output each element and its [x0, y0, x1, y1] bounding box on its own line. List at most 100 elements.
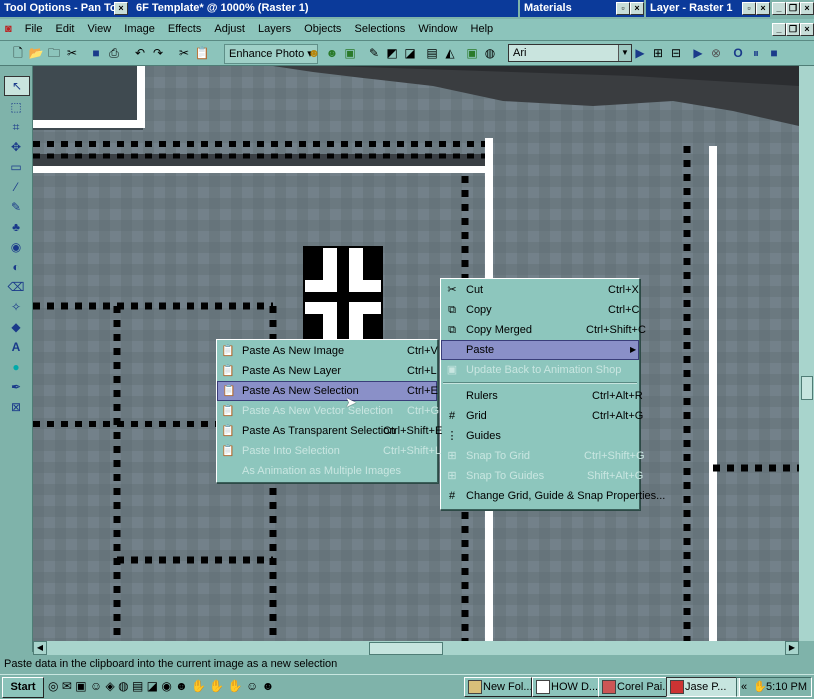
script-edit-icon[interactable]: ⊟ [668, 45, 684, 61]
menu-item-paste-new-layer[interactable]: 📋 Paste As New Layer Ctrl+L [217, 361, 437, 381]
mail-icon[interactable]: ✉ [62, 679, 72, 693]
menu-item-paste-animation[interactable]: As Animation as Multiple Images [217, 461, 437, 481]
menu-item-update-animation-shop[interactable]: ▣ Update Back to Animation Shop [441, 360, 639, 380]
menu-item-copy-merged[interactable]: ⧉ Copy Merged Ctrl+Shift+C [441, 320, 646, 340]
app-icon[interactable]: ◪ [147, 679, 158, 693]
app-icon[interactable]: ✋ [191, 679, 206, 693]
task-jasc-paint[interactable]: Jase P... [666, 677, 740, 697]
app-icon[interactable]: ◙ [0, 19, 17, 40]
chat-icon[interactable]: ☺ [90, 679, 102, 693]
fill-tool-icon[interactable]: ◆ [4, 318, 28, 336]
undo-icon[interactable]: ↶ [132, 45, 148, 61]
tray-hand-icon[interactable]: ✋ [753, 678, 767, 696]
task-how-d[interactable]: HOW D... [532, 677, 600, 697]
browse-icon[interactable]: 🗀 [46, 45, 62, 61]
play-icon[interactable]: ▶ [632, 45, 648, 61]
horizontal-scroll-thumb[interactable] [369, 642, 443, 655]
media-icon[interactable]: ▣ [75, 679, 86, 693]
menu-item-snap-grid[interactable]: ⊞ Snap To Grid Ctrl+Shift+G [441, 446, 644, 466]
photo-icon[interactable]: ▣ [342, 45, 358, 61]
stop-script-icon[interactable]: ⊗ [708, 45, 724, 61]
picture-tube-icon[interactable]: ✧ [4, 298, 28, 316]
shape-tool-icon[interactable]: ● [4, 358, 28, 376]
stop-icon[interactable]: ■ [766, 45, 782, 61]
selection-tool-icon[interactable]: ⬚ [4, 98, 28, 116]
restore-icon[interactable]: ❐ [786, 2, 800, 15]
app-icon[interactable]: ▤ [132, 679, 143, 693]
tray-arrow-icon[interactable]: « [741, 678, 747, 696]
run-script-icon[interactable]: ▶ [690, 45, 706, 61]
app-icon[interactable]: ◉ [161, 679, 171, 693]
menu-item-paste-vector-selection[interactable]: 📋 Paste As New Vector Selection Ctrl+G [217, 401, 439, 421]
clone-brush-icon[interactable]: ♣ [4, 218, 28, 236]
restore-icon[interactable]: ❐ [786, 23, 800, 36]
redo-icon[interactable]: ↷ [150, 45, 166, 61]
menu-window[interactable]: Window [413, 19, 462, 40]
effect2-icon[interactable]: ☻ [324, 45, 340, 61]
app-icon[interactable]: ✋ [209, 679, 224, 693]
move-tool-icon[interactable]: ✥ [4, 138, 28, 156]
task-new-folder[interactable]: New Fol... [464, 677, 532, 697]
vertical-scrollbar[interactable] [799, 66, 814, 641]
menu-view[interactable]: View [83, 19, 117, 40]
menu-item-paste-new-image[interactable]: 📋 Paste As New Image Ctrl+V [217, 341, 438, 361]
font-select[interactable]: Ari ▼ [508, 44, 632, 62]
document-titlebar[interactable]: 6F Template* @ 1000% (Raster 1) [132, 0, 518, 17]
new-file-icon[interactable]: 🗋 [10, 45, 26, 61]
close-icon[interactable]: × [800, 23, 814, 36]
menu-edit[interactable]: Edit [51, 19, 80, 40]
rollup-icon[interactable]: ▫ [742, 2, 756, 15]
minimize-icon[interactable]: _ [772, 2, 786, 15]
rectangle-select-icon[interactable]: ▭ [4, 158, 28, 176]
levels-icon[interactable]: ◪ [402, 45, 418, 61]
minimize-icon[interactable]: _ [772, 23, 786, 36]
scan-icon[interactable]: ✂ [64, 45, 80, 61]
deform-tool-icon[interactable]: ⊠ [4, 398, 28, 416]
menu-effects[interactable]: Effects [163, 19, 206, 40]
menu-item-paste-new-selection[interactable]: 📋 Paste As New Selection Ctrl+E [217, 381, 438, 401]
menu-item-paste-transparent-selection[interactable]: 📋 Paste As Transparent Selection Ctrl+Sh… [217, 421, 442, 441]
pan-tool-icon[interactable]: ↖ [4, 76, 30, 96]
eraser-tool-icon[interactable]: ⌫ [4, 278, 28, 296]
app-icon[interactable]: ☻ [175, 679, 188, 693]
menu-layers[interactable]: Layers [253, 19, 296, 40]
image-icon[interactable]: ▣ [464, 45, 480, 61]
close-icon[interactable]: × [756, 2, 770, 15]
rollup-icon[interactable]: ▫ [616, 2, 630, 15]
pen-tool-icon[interactable]: ✒ [4, 378, 28, 396]
cut-icon[interactable]: ✂ [176, 45, 192, 61]
enhance-photo-dropdown[interactable]: Enhance Photo ▾ [224, 44, 318, 64]
tool-options-titlebar[interactable]: Tool Options - Pan Tool × [0, 0, 132, 17]
menu-item-paste-into-selection[interactable]: 📋 Paste Into Selection Ctrl+Shift+L [217, 441, 441, 461]
menu-help[interactable]: Help [466, 19, 499, 40]
print-icon[interactable]: ⎙ [106, 45, 122, 61]
scroll-left-icon[interactable]: ◀ [33, 641, 47, 655]
contrast-tool-icon[interactable]: ◐ [4, 258, 28, 276]
layer-titlebar[interactable]: Layer - Raster 1 ▫ × [646, 0, 770, 17]
script-icon[interactable]: ⊞ [650, 45, 666, 61]
brush-icon[interactable]: ✎ [366, 45, 382, 61]
histogram-icon[interactable]: ▤ [424, 45, 440, 61]
task-corel-paint[interactable]: Corel Pai... [598, 677, 674, 697]
paint-brush-icon[interactable]: ✎ [4, 198, 28, 216]
browser-icon[interactable]: ◎ [48, 679, 58, 693]
scroll-right-icon[interactable]: ▶ [785, 641, 799, 655]
app-icon[interactable]: ☺ [246, 679, 258, 693]
pause-icon[interactable]: ⏸ [748, 45, 764, 61]
record-icon[interactable]: O [730, 45, 746, 61]
paste-icon[interactable]: 📋 [194, 45, 210, 61]
menu-item-grid-properties[interactable]: # Change Grid, Guide & Snap Properties..… [441, 486, 665, 506]
effect-icon[interactable]: ☻ [306, 45, 322, 61]
text-tool-icon[interactable]: A [4, 338, 28, 356]
start-button[interactable]: Start [2, 677, 44, 698]
close-icon[interactable]: × [114, 2, 128, 15]
menu-item-cut[interactable]: ✂ Cut Ctrl+X [441, 280, 639, 300]
menu-item-copy[interactable]: ⧉ Copy Ctrl+C [441, 300, 639, 320]
menu-image[interactable]: Image [119, 19, 160, 40]
menu-item-rulers[interactable]: Rulers Ctrl+Alt+R [441, 386, 643, 406]
crop-tool-icon[interactable]: ⌗ [4, 118, 28, 136]
menu-file[interactable]: File [20, 19, 48, 40]
menu-item-grid[interactable]: # Grid Ctrl+Alt+G [441, 406, 643, 426]
close-icon[interactable]: × [630, 2, 644, 15]
open-folder-icon[interactable]: 📂 [28, 45, 44, 61]
